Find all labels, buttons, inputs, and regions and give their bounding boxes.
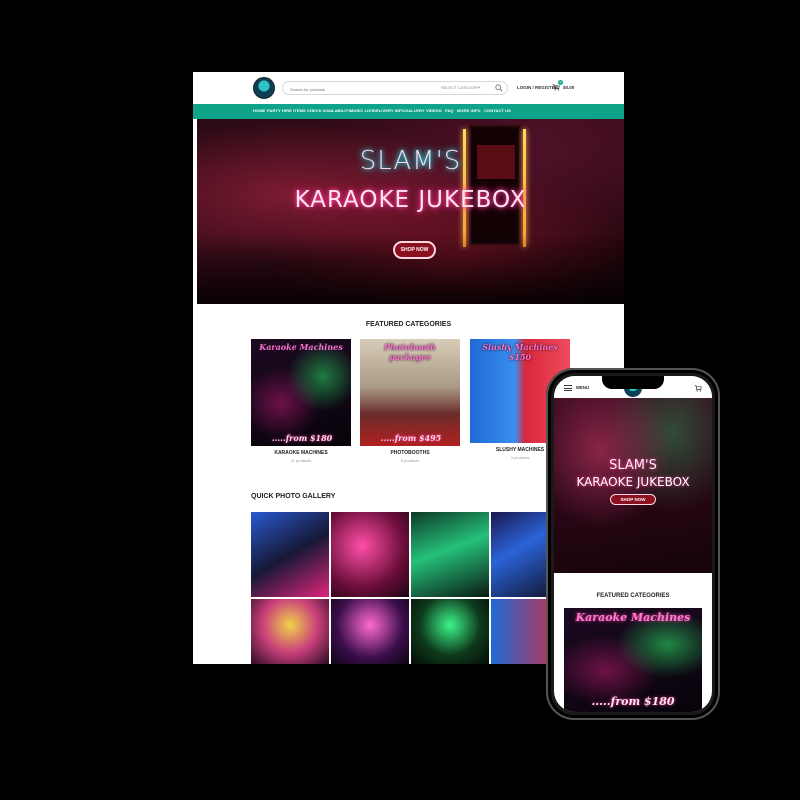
cart-total[interactable]: $0.00 xyxy=(563,85,574,90)
nav-item-check-availability[interactable]: CHECK AVAILABILITY xyxy=(307,108,351,113)
category-select[interactable]: SELECT CATEGORY xyxy=(441,85,480,90)
hero-banner: SLAM'S KARAOKE JUKEBOX SHOP NOW xyxy=(197,119,624,304)
phone-card-title: Karaoke Machines xyxy=(575,611,691,624)
shop-now-button[interactable]: SHOP NOW xyxy=(393,241,436,259)
nav-item-more-info[interactable]: MORE INFO xyxy=(457,108,481,113)
hero-title-line2: KARAOKE JUKEBOX xyxy=(294,187,527,213)
gallery-photo[interactable] xyxy=(411,512,489,597)
chevron-down-icon: ⌄ xyxy=(477,84,482,90)
nav-item-videos[interactable]: VIDEOS xyxy=(426,108,442,113)
phone-hero-title-line2: KARAOKE JUKEBOX xyxy=(576,475,690,489)
gallery-photo[interactable] xyxy=(331,599,409,664)
category-image-price: .....from $180 xyxy=(271,433,333,443)
category-image-title: Photobooth packages xyxy=(384,342,436,362)
phone-featured-heading: FEATURED CATEGORIES xyxy=(596,593,670,599)
nav-item-delivery-info[interactable]: DELIVERY INFO xyxy=(373,108,405,113)
gallery-photo[interactable] xyxy=(411,599,489,664)
category-name[interactable]: KARAOKE MACHINES xyxy=(251,450,351,456)
nav-item-contact-us[interactable]: CONTACT US xyxy=(484,108,511,113)
phone-hero-title-line1: SLAM'S xyxy=(609,458,657,473)
category-image-title: Slushy Machines $150 xyxy=(482,342,558,362)
main-nav: HOME PARTY HIRE ITEMS CHECK AVAILABILITY… xyxy=(193,104,624,119)
featured-categories-heading: FEATURED CATEGORIES xyxy=(365,321,452,328)
category-image-title: Karaoke Machines xyxy=(259,342,343,352)
phone-notch xyxy=(602,376,664,389)
phone-hero-banner: SLAM'S KARAOKE JUKEBOX SHOP NOW xyxy=(554,398,712,573)
category-card-photobooths[interactable]: Photobooth packages .....from $495 PHOTO… xyxy=(360,339,460,463)
jukebox-screen-image xyxy=(469,125,521,245)
category-image[interactable]: Karaoke Machines .....from $180 xyxy=(251,339,351,446)
hamburger-menu-icon[interactable] xyxy=(564,385,572,391)
photo-gallery-grid xyxy=(251,512,569,664)
category-count: 6 products xyxy=(400,458,420,463)
phone-shop-now-button[interactable]: SHOP NOW xyxy=(610,494,656,505)
nav-item-faq[interactable]: FAQ xyxy=(445,108,454,113)
phone-screen: MENU SLAM'S KARAOKE JUKEBOX SHOP NOW FEA… xyxy=(554,376,712,712)
search-bar: SELECT CATEGORY ⌄ xyxy=(282,81,508,95)
phone-mockup: MENU SLAM'S KARAOKE JUKEBOX SHOP NOW FEA… xyxy=(546,368,720,720)
phone-menu-label[interactable]: MENU xyxy=(576,385,589,390)
category-name[interactable]: PHOTOBOOTHS xyxy=(360,450,460,456)
nav-item-music-list[interactable]: MUSIC LIST xyxy=(350,108,374,113)
category-card-karaoke[interactable]: Karaoke Machines .....from $180 KARAOKE … xyxy=(251,339,351,463)
cart-icon[interactable] xyxy=(694,384,702,392)
gallery-photo[interactable] xyxy=(251,512,329,597)
site-logo[interactable] xyxy=(253,77,275,99)
category-image[interactable]: Photobooth packages .....from $495 xyxy=(360,339,460,446)
search-input[interactable] xyxy=(290,85,440,93)
nav-item-gallery[interactable]: GALLERY xyxy=(405,108,425,113)
phone-category-card[interactable]: Karaoke Machines .....from $180 xyxy=(564,608,702,712)
search-icon[interactable] xyxy=(495,84,503,92)
hero-title-line1: SLAM'S xyxy=(359,146,462,176)
gallery-photo[interactable] xyxy=(251,599,329,664)
nav-item-party-hire[interactable]: PARTY HIRE ITEMS xyxy=(267,108,306,113)
mockup-stage: SELECT CATEGORY ⌄ LOGIN / REGISTER 0 $0.… xyxy=(0,0,800,800)
category-image-price: .....from $495 xyxy=(380,433,442,443)
nav-item-home[interactable]: HOME xyxy=(253,108,265,113)
site-header: SELECT CATEGORY ⌄ LOGIN / REGISTER 0 $0.… xyxy=(193,72,624,104)
quick-photo-gallery-heading: QUICK PHOTO GALLERY xyxy=(251,493,336,500)
phone-card-price: .....from $180 xyxy=(591,695,675,708)
gallery-photo[interactable] xyxy=(331,512,409,597)
category-count: 11 products xyxy=(290,458,312,463)
